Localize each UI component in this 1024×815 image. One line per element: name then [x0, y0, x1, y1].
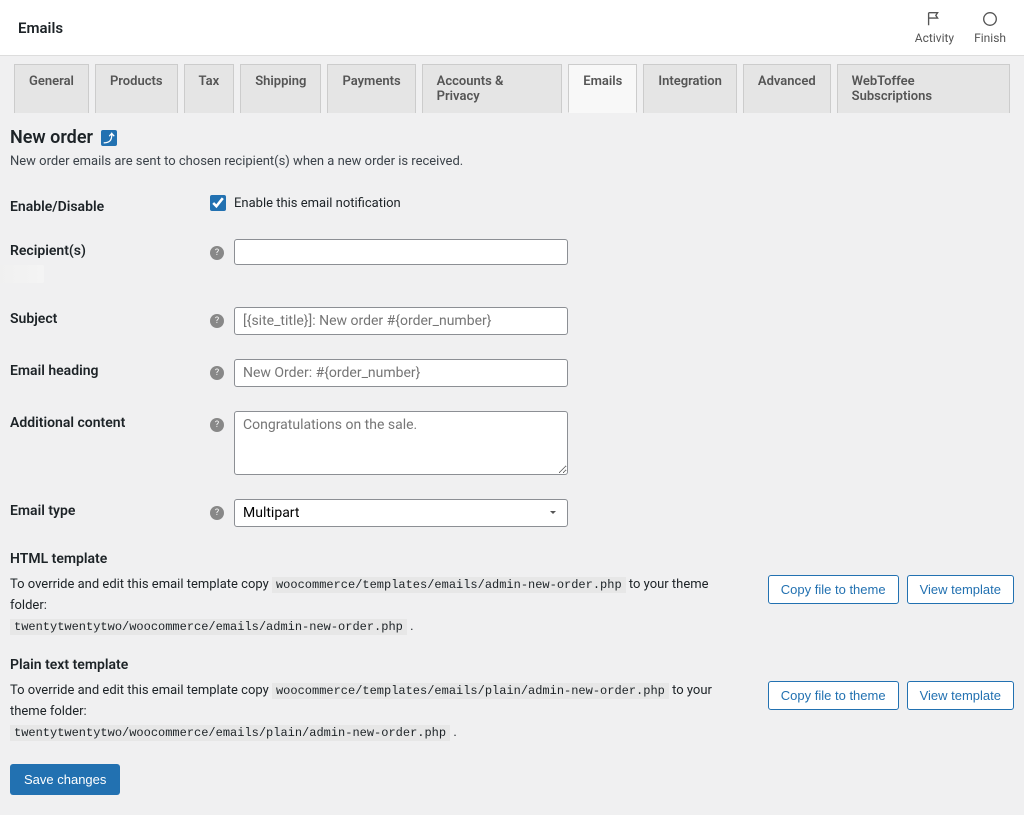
row-heading: Email heading ?: [10, 359, 1014, 387]
page-description: New order emails are sent to chosen reci…: [10, 154, 1014, 169]
tab-tax[interactable]: Tax: [184, 64, 235, 113]
enable-checkbox[interactable]: [210, 195, 226, 211]
copy-plain-template-button[interactable]: Copy file to theme: [768, 681, 899, 710]
help-icon[interactable]: ?: [210, 418, 224, 432]
view-plain-template-button[interactable]: View template: [907, 681, 1014, 710]
tab-payments[interactable]: Payments: [327, 64, 415, 113]
redacted-value: [0, 265, 44, 283]
flag-icon: [925, 10, 943, 28]
html-template-heading: HTML template: [10, 551, 1014, 567]
enable-checkbox-label: Enable this email notification: [234, 196, 401, 211]
page-header: Emails Activity Finish: [0, 0, 1024, 56]
tab-integration[interactable]: Integration: [643, 64, 737, 113]
subject-input[interactable]: [234, 307, 568, 335]
view-html-template-button[interactable]: View template: [907, 575, 1014, 604]
back-icon[interactable]: ⤴: [101, 130, 117, 146]
page-title-row: New order ⤴: [10, 127, 1014, 148]
tab-general[interactable]: General: [14, 64, 89, 113]
tab-shipping[interactable]: Shipping: [240, 64, 321, 113]
row-subject: Subject ?: [10, 307, 1014, 335]
tab-advanced[interactable]: Advanced: [743, 64, 831, 113]
tab-emails[interactable]: Emails: [568, 64, 637, 113]
html-template-dest: twentytwentytwo/woocommerce/emails/admin…: [10, 619, 407, 635]
label-subject: Subject: [10, 307, 210, 327]
plain-template-row: To override and edit this email template…: [10, 681, 1014, 743]
html-template-row: To override and edit this email template…: [10, 575, 1014, 637]
label-recipients: Recipient(s): [10, 239, 210, 259]
html-template-text: To override and edit this email template…: [10, 575, 748, 637]
label-email-type: Email type: [10, 499, 210, 519]
copy-html-template-button[interactable]: Copy file to theme: [768, 575, 899, 604]
tab-webtoffee[interactable]: WebToffee Subscriptions: [837, 64, 1010, 113]
row-email-type: Email type ? Multipart: [10, 499, 1014, 527]
plain-template-buttons: Copy file to theme View template: [768, 681, 1014, 710]
tab-accounts-privacy[interactable]: Accounts & Privacy: [422, 64, 563, 113]
label-additional: Additional content: [10, 411, 210, 431]
save-changes-button[interactable]: Save changes: [10, 764, 120, 795]
heading-input[interactable]: [234, 359, 568, 387]
tab-products[interactable]: Products: [95, 64, 178, 113]
help-icon[interactable]: ?: [210, 314, 224, 328]
row-additional: Additional content ?: [10, 411, 1014, 475]
plain-template-dest: twentytwentytwo/woocommerce/emails/plain…: [10, 725, 450, 741]
label-heading: Email heading: [10, 359, 210, 379]
help-icon[interactable]: ?: [210, 366, 224, 380]
settings-tabs: General Products Tax Shipping Payments A…: [0, 56, 1024, 113]
label-enable: Enable/Disable: [10, 195, 210, 215]
help-icon[interactable]: ?: [210, 246, 224, 260]
html-template-buttons: Copy file to theme View template: [768, 575, 1014, 604]
html-template-src: woocommerce/templates/emails/admin-new-o…: [272, 577, 626, 593]
circle-icon: [981, 10, 999, 28]
row-recipients: Recipient(s) ?: [10, 239, 1014, 283]
email-type-select[interactable]: Multipart: [234, 499, 568, 527]
row-enable: Enable/Disable Enable this email notific…: [10, 195, 1014, 215]
plain-template-heading: Plain text template: [10, 657, 1014, 673]
page-header-title: Emails: [18, 19, 63, 37]
page-title: New order: [10, 127, 93, 148]
finish-button[interactable]: Finish: [974, 10, 1006, 45]
additional-content-textarea[interactable]: [234, 411, 568, 475]
plain-template-text: To override and edit this email template…: [10, 681, 748, 743]
plain-template-src: woocommerce/templates/emails/plain/admin…: [272, 683, 669, 699]
help-icon[interactable]: ?: [210, 506, 224, 520]
header-actions: Activity Finish: [915, 10, 1006, 45]
recipients-input[interactable]: [234, 239, 568, 265]
activity-button[interactable]: Activity: [915, 10, 954, 45]
